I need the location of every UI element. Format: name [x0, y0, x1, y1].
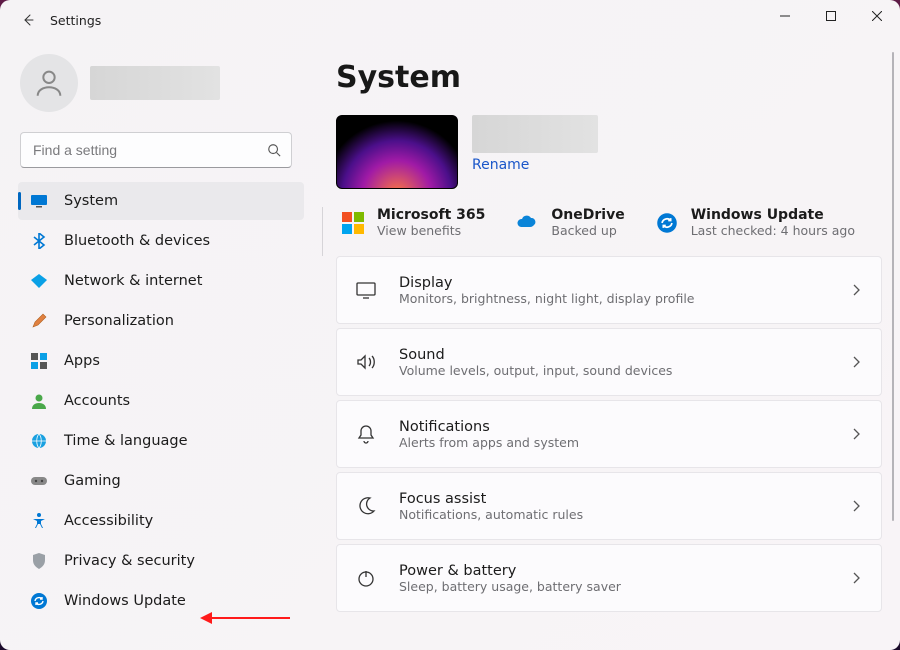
- nav-label: System: [64, 193, 118, 209]
- bluetooth-icon: [30, 232, 48, 250]
- card-title: Sound: [399, 347, 672, 363]
- chip-sub: Last checked: 4 hours ago: [691, 223, 855, 238]
- maximize-button[interactable]: [808, 0, 854, 32]
- bell-icon: [355, 423, 377, 445]
- nav-label: Accounts: [64, 393, 130, 409]
- rename-link[interactable]: Rename: [472, 157, 598, 173]
- app-title: Settings: [50, 13, 101, 28]
- nav-label: Privacy & security: [64, 553, 195, 569]
- update-icon: [30, 592, 48, 610]
- apps-icon: [30, 352, 48, 370]
- globe-icon: [30, 432, 48, 450]
- nav-network[interactable]: Network & internet: [18, 262, 304, 300]
- card-title: Display: [399, 275, 694, 291]
- chip-sub: View benefits: [377, 223, 485, 238]
- scrollbar-thumb[interactable]: [892, 52, 894, 521]
- status-chip-onedrive[interactable]: OneDrive Backed up: [515, 207, 624, 238]
- desktop-thumbnail[interactable]: [336, 115, 458, 189]
- card-focus-assist[interactable]: Focus assist Notifications, automatic ru…: [336, 472, 882, 540]
- card-title: Notifications: [399, 419, 579, 435]
- nav-gaming[interactable]: Gaming: [18, 462, 304, 500]
- search-icon: [267, 143, 281, 157]
- chip-sub: Backed up: [551, 223, 624, 238]
- gaming-icon: [30, 472, 48, 490]
- nav-label: Bluetooth & devices: [64, 233, 210, 249]
- sidebar: System Bluetooth & devices Network & int…: [6, 40, 312, 650]
- window-controls: [762, 0, 900, 40]
- account-icon: [30, 392, 48, 410]
- chevron-right-icon: [849, 283, 863, 297]
- nav-label: Gaming: [64, 473, 121, 489]
- card-sub: Alerts from apps and system: [399, 435, 579, 450]
- chevron-right-icon: [849, 355, 863, 369]
- moon-icon: [355, 495, 377, 517]
- nav-bluetooth[interactable]: Bluetooth & devices: [18, 222, 304, 260]
- nav: System Bluetooth & devices Network & int…: [6, 182, 306, 620]
- profile-name-redacted: [90, 66, 220, 100]
- status-chip-ms365[interactable]: Microsoft 365 View benefits: [341, 207, 485, 238]
- shield-icon: [30, 552, 48, 570]
- card-display[interactable]: Display Monitors, brightness, night ligh…: [336, 256, 882, 324]
- device-info: Rename: [472, 115, 598, 173]
- chip-title: Windows Update: [691, 207, 855, 223]
- microsoft-logo-icon: [341, 211, 365, 235]
- titlebar: Settings: [0, 0, 900, 40]
- system-icon: [30, 192, 48, 210]
- status-chip-windows-update[interactable]: Windows Update Last checked: 4 hours ago: [655, 207, 855, 238]
- chip-title: OneDrive: [551, 207, 624, 223]
- nav-apps[interactable]: Apps: [18, 342, 304, 380]
- card-sub: Notifications, automatic rules: [399, 507, 583, 522]
- nav-label: Accessibility: [64, 513, 153, 529]
- sound-icon: [355, 351, 377, 373]
- chevron-right-icon: [849, 499, 863, 513]
- avatar: [20, 54, 78, 112]
- profile-block[interactable]: [6, 50, 306, 126]
- card-title: Focus assist: [399, 491, 583, 507]
- close-button[interactable]: [854, 0, 900, 32]
- page-heading: System: [336, 60, 882, 95]
- card-power-battery[interactable]: Power & battery Sleep, battery usage, ba…: [336, 544, 882, 612]
- nav-label: Personalization: [64, 313, 174, 329]
- main-pane: System Rename Microsoft 365 View benefit…: [312, 40, 900, 650]
- device-summary: Rename: [336, 115, 882, 189]
- device-name-redacted: [472, 115, 598, 153]
- card-title: Power & battery: [399, 563, 621, 579]
- search-input-wrap[interactable]: [20, 132, 292, 168]
- update-icon: [655, 211, 679, 235]
- card-sub: Monitors, brightness, night light, displ…: [399, 291, 694, 306]
- chevron-right-icon: [849, 427, 863, 441]
- card-notifications[interactable]: Notifications Alerts from apps and syste…: [336, 400, 882, 468]
- card-sub: Sleep, battery usage, battery saver: [399, 579, 621, 594]
- nav-label: Network & internet: [64, 273, 202, 289]
- back-button[interactable]: [12, 4, 44, 36]
- nav-label: Windows Update: [64, 593, 186, 609]
- content: System Bluetooth & devices Network & int…: [0, 40, 900, 650]
- nav-system[interactable]: System: [18, 182, 304, 220]
- search-input[interactable]: [31, 141, 259, 159]
- onedrive-icon: [515, 211, 539, 235]
- nav-accounts[interactable]: Accounts: [18, 382, 304, 420]
- nav-label: Apps: [64, 353, 100, 369]
- status-row: Microsoft 365 View benefits OneDrive Bac…: [322, 207, 882, 256]
- card-sound[interactable]: Sound Volume levels, output, input, soun…: [336, 328, 882, 396]
- nav-accessibility[interactable]: Accessibility: [18, 502, 304, 540]
- settings-window: Settings Syst: [0, 0, 900, 650]
- nav-privacy[interactable]: Privacy & security: [18, 542, 304, 580]
- scrollbar[interactable]: [890, 52, 896, 638]
- card-sub: Volume levels, output, input, sound devi…: [399, 363, 672, 378]
- accessibility-icon: [30, 512, 48, 530]
- nav-windows-update[interactable]: Windows Update: [18, 582, 304, 620]
- wifi-icon: [30, 272, 48, 290]
- minimize-button[interactable]: [762, 0, 808, 32]
- chevron-right-icon: [849, 571, 863, 585]
- nav-label: Time & language: [64, 433, 188, 449]
- chip-title: Microsoft 365: [377, 207, 485, 223]
- brush-icon: [30, 312, 48, 330]
- nav-time-language[interactable]: Time & language: [18, 422, 304, 460]
- nav-personalization[interactable]: Personalization: [18, 302, 304, 340]
- display-icon: [355, 279, 377, 301]
- power-icon: [355, 567, 377, 589]
